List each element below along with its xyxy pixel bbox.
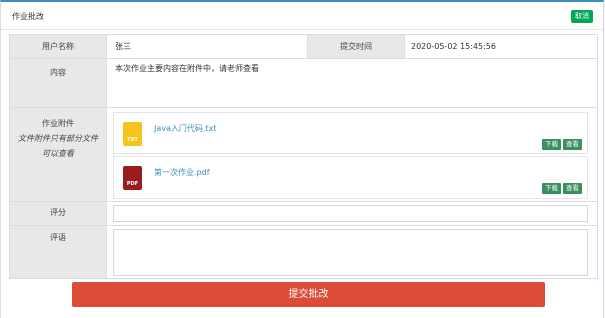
score-row: 评分 bbox=[10, 202, 597, 226]
attachments-hint: 文件附件只有部分文件可以查看 bbox=[18, 134, 98, 158]
score-cell bbox=[107, 202, 597, 225]
attachment-name-link[interactable]: Java入门代码.txt bbox=[154, 123, 216, 134]
txt-file-icon: TXT bbox=[123, 122, 142, 146]
page-title: 作业批改 bbox=[12, 12, 44, 21]
panel-header: 作业批改 取消 bbox=[1, 2, 603, 30]
username-value: 张三 bbox=[107, 35, 308, 58]
attachment-item: TXT Java入门代码.txt 下载 查看 bbox=[113, 112, 588, 154]
attachments-label: 作业附件 bbox=[42, 119, 74, 128]
username-label: 用户名称 bbox=[10, 35, 107, 58]
cancel-button[interactable]: 取消 bbox=[571, 10, 593, 23]
score-label: 评分 bbox=[10, 202, 107, 225]
view-button[interactable]: 查看 bbox=[563, 183, 582, 194]
submit-grading-button[interactable]: 提交批改 bbox=[72, 282, 545, 307]
content-value: 本次作业主要内容在附件中，请老师查看 bbox=[115, 64, 259, 73]
comment-cell bbox=[107, 226, 597, 278]
content-label: 内容 bbox=[10, 59, 107, 107]
download-button[interactable]: 下载 bbox=[542, 139, 561, 150]
comment-row: 评语 bbox=[10, 226, 597, 278]
view-button[interactable]: 查看 bbox=[563, 139, 582, 150]
grading-form: 用户名称 张三 提交时间 2020-05-02 15:45:56 内容 本次作业… bbox=[9, 34, 598, 279]
pdf-file-icon: PDF bbox=[123, 166, 142, 190]
attachment-item: PDF 第一次作业.pdf 下载 查看 bbox=[113, 156, 588, 199]
attachment-name-link[interactable]: 第一次作业.pdf bbox=[154, 167, 210, 178]
file-ext-label: TXT bbox=[127, 137, 138, 143]
content-row: 内容 本次作业主要内容在附件中，请老师查看 bbox=[10, 59, 597, 108]
score-input[interactable] bbox=[113, 205, 588, 222]
comment-label: 评语 bbox=[10, 226, 107, 278]
grading-panel: 作业批改 取消 用户名称 张三 提交时间 2020-05-02 15:45:56… bbox=[0, 0, 604, 318]
download-button[interactable]: 下载 bbox=[542, 183, 561, 194]
attachments-row: 作业附件 文件附件只有部分文件可以查看 TXT Java入门代码.txt 下载 … bbox=[10, 108, 597, 202]
file-ext-label: PDF bbox=[126, 181, 139, 187]
comment-textarea[interactable] bbox=[113, 229, 588, 276]
submit-time-label: 提交时间 bbox=[308, 35, 405, 58]
attachments-label-cell: 作业附件 文件附件只有部分文件可以查看 bbox=[10, 108, 107, 201]
attachments-list: TXT Java入门代码.txt 下载 查看 PDF 第一次作业.pdf 下载 … bbox=[107, 108, 597, 201]
submit-time-value: 2020-05-02 15:45:56 bbox=[411, 42, 496, 51]
info-row: 用户名称 张三 提交时间 2020-05-02 15:45:56 bbox=[10, 35, 597, 59]
